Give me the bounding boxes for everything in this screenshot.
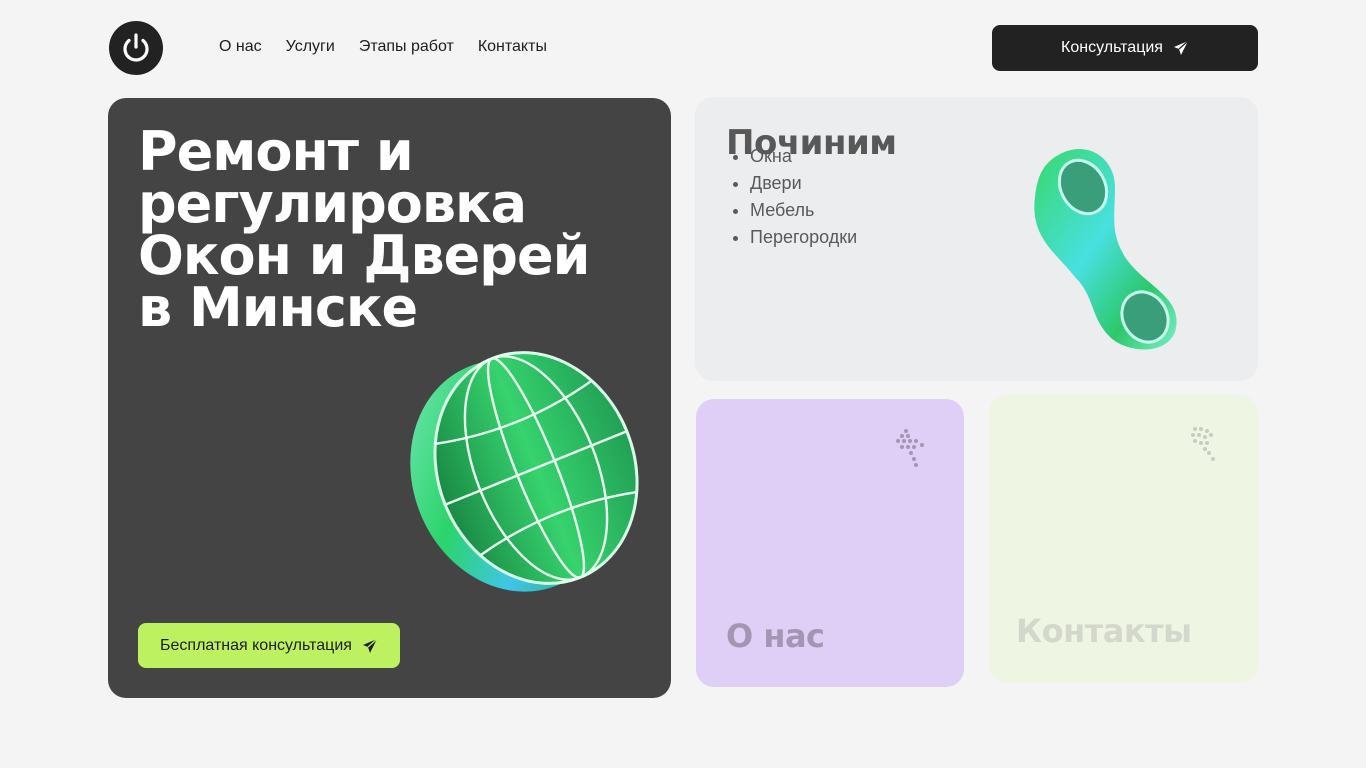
nav-item-stages[interactable]: Этапы работ — [359, 37, 454, 57]
globe-illustration — [410, 351, 639, 592]
paper-plane-icon — [362, 638, 378, 653]
chain-link-illustration — [1034, 148, 1177, 350]
hero-title-line: регулировка — [138, 172, 527, 235]
about-card-label: О нас — [726, 617, 825, 655]
nav-item-about[interactable]: О нас — [219, 37, 262, 57]
services-list: Окна Двери Мебель Перегородки — [750, 143, 857, 251]
main-nav: О нас Услуги Этапы работ Контакты — [219, 37, 547, 57]
dotted-arrow-icon — [896, 429, 924, 467]
consultation-button[interactable]: Консультация — [992, 25, 1258, 71]
contacts-card[interactable]: Контакты — [989, 395, 1258, 683]
list-item: Перегородки — [750, 224, 857, 251]
consultation-button-label: Консультация — [1061, 39, 1163, 56]
contacts-card-label: Контакты — [1016, 612, 1192, 650]
hero-card: Ремонт и регулировка Окон и Дверей в Мин… — [108, 98, 671, 698]
paper-plane-icon — [1173, 40, 1189, 55]
nav-item-contacts[interactable]: Контакты — [478, 37, 547, 57]
hero-title-line: Ремонт и — [138, 120, 414, 183]
nav-item-services[interactable]: Услуги — [286, 37, 335, 57]
list-item: Двери — [750, 170, 857, 197]
hero-title-line: Окон и Дверей — [138, 224, 590, 287]
services-card[interactable]: Починим Окна Двери Мебель Перегородки — [695, 97, 1258, 381]
list-item: Мебель — [750, 197, 857, 224]
dotted-arrow-icon — [1191, 427, 1215, 461]
power-icon — [123, 33, 149, 62]
logo[interactable] — [109, 21, 163, 75]
hero-title: Ремонт и регулировка Окон и Дверей в Мин… — [138, 120, 658, 339]
free-consultation-label: Бесплатная консультация — [160, 636, 352, 654]
free-consultation-button[interactable]: Бесплатная консультация — [138, 623, 400, 668]
list-item: Окна — [750, 143, 857, 170]
about-card[interactable]: О нас — [696, 399, 964, 687]
hero-title-line: в Минске — [138, 276, 418, 339]
